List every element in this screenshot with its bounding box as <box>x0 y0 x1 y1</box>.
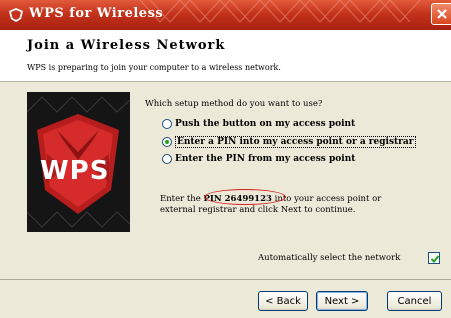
cancel-button[interactable]: Cancel <box>387 291 442 311</box>
wizard-header: Join a Wireless Network WPS is preparing… <box>0 30 451 82</box>
close-button[interactable] <box>431 3 451 25</box>
wizard-content: WPS Which setup method do you want to us… <box>0 83 451 318</box>
title-bar[interactable]: WPS for Wireless <box>0 0 451 30</box>
option-enter-pin-into-ap[interactable]: Enter a PIN into my access point or a re… <box>162 136 416 148</box>
pin-suffix: into your access point or <box>274 194 382 204</box>
button-divider <box>0 279 451 280</box>
wps-wizard-window: WPS for Wireless Join a Wireless Network… <box>0 0 451 318</box>
window-title: WPS for Wireless <box>29 6 164 21</box>
page-title: Join a Wireless Network <box>27 38 226 53</box>
close-icon <box>437 9 447 19</box>
radio-enter-pin-into-ap[interactable] <box>162 137 172 147</box>
option-enter-pin-from-ap[interactable]: Enter the PIN from my access point <box>162 154 355 164</box>
setup-question: Which setup method do you want to use? <box>145 99 323 109</box>
page-subtitle: WPS is preparing to join your computer t… <box>27 63 281 72</box>
auto-select-label: Automatically select the network <box>258 253 401 263</box>
wps-logo: WPS <box>27 92 130 232</box>
wps-shield-icon <box>9 8 23 22</box>
next-button[interactable]: Next > <box>316 291 368 311</box>
auto-select-checkbox[interactable] <box>428 252 440 264</box>
option-enter-pin-into-ap-label: Enter a PIN into my access point or a re… <box>175 136 416 148</box>
checkmark-icon <box>430 255 440 263</box>
pin-highlight-oval <box>204 189 286 205</box>
option-push-button-label: Push the button on my access point <box>175 119 356 129</box>
radio-enter-pin-from-ap[interactable] <box>162 154 172 164</box>
radio-push-button[interactable] <box>162 119 172 129</box>
pin-prefix: Enter the <box>160 194 201 204</box>
pin-instructions-line2: external registrar and click Next to con… <box>160 205 356 215</box>
back-button[interactable]: < Back <box>258 291 308 311</box>
option-enter-pin-from-ap-label: Enter the PIN from my access point <box>175 154 356 164</box>
option-push-button[interactable]: Push the button on my access point <box>162 119 355 129</box>
wps-logo-text: WPS <box>40 156 110 186</box>
